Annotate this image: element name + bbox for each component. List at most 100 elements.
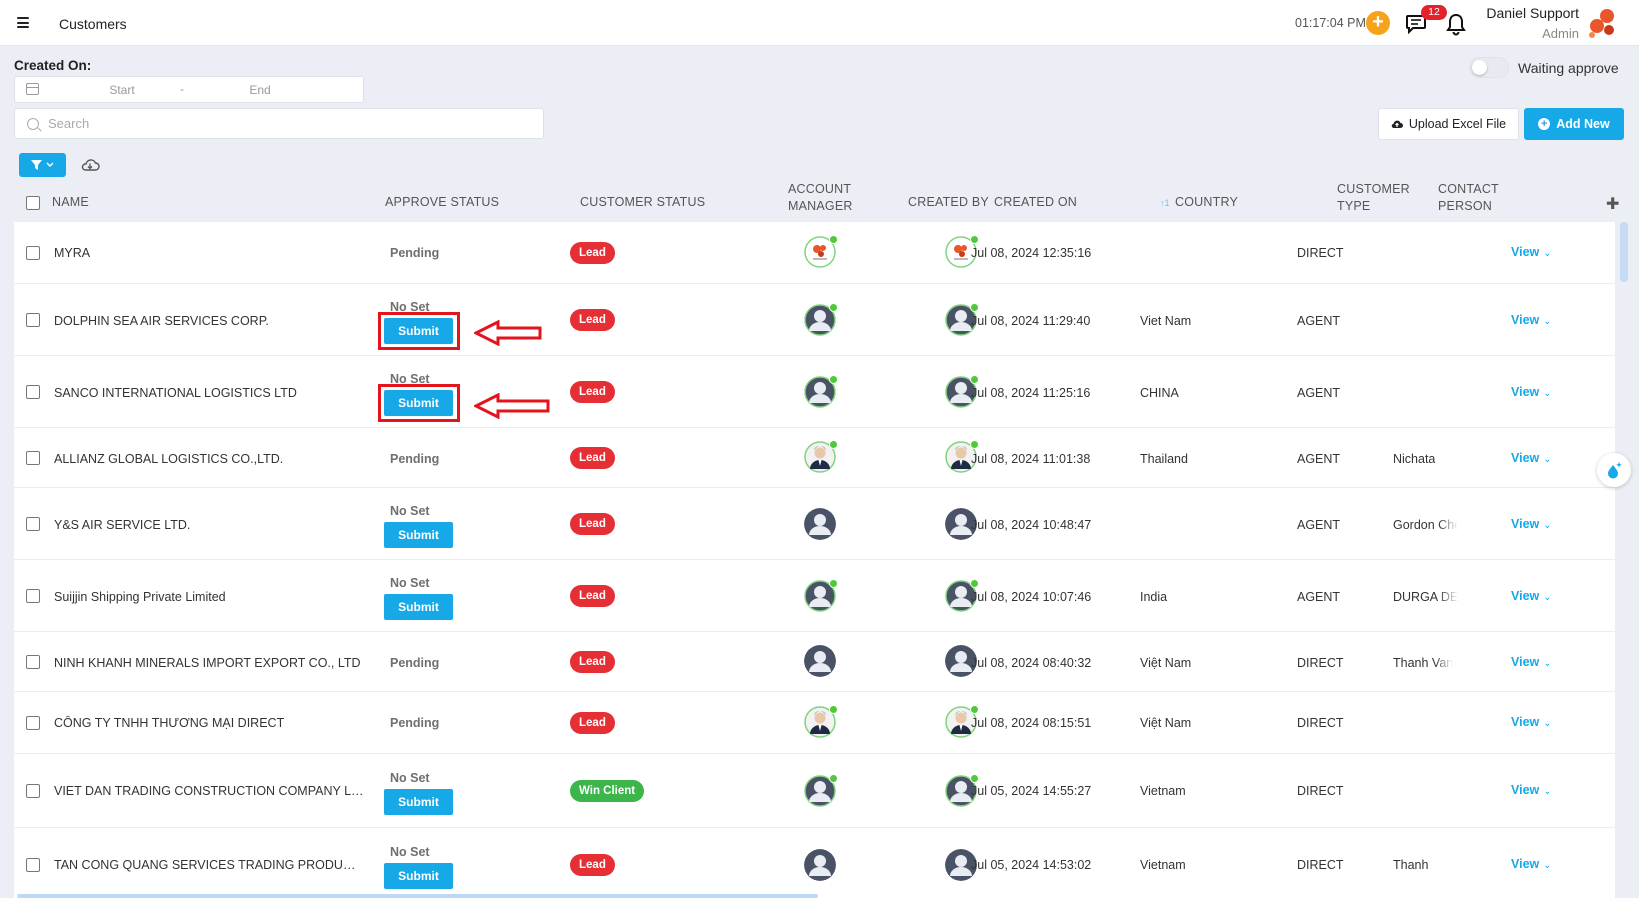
customer-type: DIRECT	[1297, 858, 1344, 872]
created-on: Jul 08, 2024 11:29:40	[971, 314, 1091, 328]
view-button[interactable]: View ⌄	[1511, 313, 1552, 327]
search-input[interactable]	[48, 116, 528, 131]
horizontal-scrollbar[interactable]	[17, 894, 818, 898]
created-on: Jul 08, 2024 10:07:46	[971, 590, 1092, 604]
cloud-upload-icon	[1391, 120, 1403, 129]
account-manager-avatar[interactable]	[804, 645, 836, 677]
col-country[interactable]: COUNTRY	[1175, 194, 1238, 211]
bell-icon[interactable]	[1445, 12, 1467, 36]
table-row[interactable]: CÔNG TY TNHH THƯƠNG MẠI DIRECT Pending L…	[14, 692, 1615, 754]
view-button[interactable]: View ⌄	[1511, 385, 1552, 399]
row-checkbox[interactable]	[26, 451, 40, 465]
view-button[interactable]: View ⌄	[1511, 655, 1552, 669]
select-all-checkbox[interactable]	[26, 196, 40, 210]
add-new-label: Add New	[1556, 117, 1610, 131]
calendar-icon	[26, 83, 39, 95]
row-checkbox[interactable]	[26, 858, 40, 872]
row-checkbox[interactable]	[26, 313, 40, 327]
row-checkbox[interactable]	[26, 784, 40, 798]
account-manager-avatar[interactable]	[804, 375, 838, 408]
country: CHINA	[1140, 386, 1179, 400]
add-column-icon[interactable]: ✚	[1606, 194, 1619, 214]
table-row[interactable]: SANCO INTERNATIONAL LOGISTICS LTD No Set…	[14, 356, 1615, 428]
submit-button[interactable]: Submit	[384, 863, 453, 889]
account-manager-avatar[interactable]	[804, 705, 838, 738]
customer-name[interactable]: NINH KHANH MINERALS IMPORT EXPORT CO., L…	[54, 656, 361, 670]
customer-name[interactable]: Y&S AIR SERVICE LTD.	[54, 518, 190, 532]
table-row[interactable]: TAN CONG QUANG SERVICES TRADING PRODUCTI…	[14, 828, 1615, 898]
customer-name[interactable]: ALLIANZ GLOBAL LOGISTICS CO.,LTD.	[54, 452, 283, 466]
row-checkbox[interactable]	[26, 246, 40, 260]
vertical-scrollbar[interactable]	[1620, 222, 1628, 282]
upload-excel-button[interactable]: Upload Excel File	[1378, 108, 1519, 140]
cloud-download-icon[interactable]	[80, 156, 100, 174]
col-created-on[interactable]: CREATED ON	[994, 194, 1077, 211]
quick-add-button[interactable]: +	[1366, 11, 1390, 35]
view-button[interactable]: View ⌄	[1511, 451, 1552, 465]
customer-name[interactable]: CÔNG TY TNHH THƯƠNG MẠI DIRECT	[54, 716, 284, 730]
customer-name[interactable]: TAN CONG QUANG SERVICES TRADING PRODUCTI…	[54, 858, 364, 872]
search-field[interactable]	[14, 108, 544, 139]
view-button[interactable]: View ⌄	[1511, 589, 1552, 603]
account-manager-avatar[interactable]	[804, 774, 838, 807]
menu-icon[interactable]	[17, 17, 29, 28]
customer-name[interactable]: Suijjin Shipping Private Limited	[54, 590, 226, 604]
col-name[interactable]: NAME	[52, 194, 89, 211]
table-row[interactable]: Suijjin Shipping Private Limited No Set …	[14, 560, 1615, 632]
view-button[interactable]: View ⌄	[1511, 857, 1552, 871]
row-checkbox[interactable]	[26, 655, 40, 669]
approve-status: Pending	[390, 452, 440, 466]
row-checkbox[interactable]	[26, 385, 40, 399]
customer-name[interactable]: DOLPHIN SEA AIR SERVICES CORP.	[54, 314, 269, 328]
submit-button[interactable]: Submit	[384, 522, 453, 548]
customer-name[interactable]: VIET DAN TRADING CONSTRUCTION COMPANY LI…	[54, 784, 364, 798]
row-checkbox[interactable]	[26, 589, 40, 603]
country: Vietnam	[1140, 784, 1186, 798]
table-row[interactable]: DOLPHIN SEA AIR SERVICES CORP. No Set Su…	[14, 284, 1615, 356]
account-manager-avatar[interactable]	[804, 235, 838, 268]
row-checkbox[interactable]	[26, 716, 40, 730]
chat-badge: 12	[1421, 5, 1447, 20]
account-manager-avatar[interactable]	[804, 849, 836, 881]
view-button[interactable]: View ⌄	[1511, 783, 1552, 797]
assistant-float-button[interactable]	[1597, 453, 1631, 487]
customer-type: DIRECT	[1297, 784, 1344, 798]
customer-name[interactable]: SANCO INTERNATIONAL LOGISTICS LTD	[54, 386, 297, 400]
sort-icon[interactable]: ↑1	[1160, 198, 1170, 208]
submit-button[interactable]: Submit	[384, 789, 453, 815]
end-date-input[interactable]: End	[240, 83, 280, 97]
submit-button[interactable]: Submit	[384, 594, 453, 620]
company-logo-icon[interactable]	[1583, 6, 1619, 40]
view-button[interactable]: View ⌄	[1511, 517, 1552, 531]
created-on: Jul 08, 2024 08:15:51	[971, 716, 1092, 730]
view-button[interactable]: View ⌄	[1511, 715, 1552, 729]
date-range-picker[interactable]: Start - End	[14, 76, 364, 103]
filter-button[interactable]	[19, 153, 66, 177]
table-row[interactable]: NINH KHANH MINERALS IMPORT EXPORT CO., L…	[14, 632, 1615, 692]
chevron-down-icon: ⌄	[1543, 658, 1552, 669]
waiting-approve-toggle[interactable]	[1469, 57, 1509, 78]
col-contact-person[interactable]: CONTACT PERSON	[1438, 181, 1499, 215]
table-row[interactable]: VIET DAN TRADING CONSTRUCTION COMPANY LI…	[14, 754, 1615, 828]
user-name[interactable]: Daniel Support	[1486, 5, 1579, 21]
row-checkbox[interactable]	[26, 517, 40, 531]
col-customer-status[interactable]: CUSTOMER STATUS	[580, 194, 705, 211]
country: Việt Nam	[1140, 656, 1192, 670]
col-approve-status[interactable]: APPROVE STATUS	[385, 194, 499, 211]
col-created-by[interactable]: CREATED BY	[908, 194, 989, 211]
account-manager-avatar[interactable]	[804, 303, 838, 336]
col-customer-type[interactable]: CUSTOMER TYPE	[1337, 181, 1410, 215]
table-row[interactable]: ALLIANZ GLOBAL LOGISTICS CO.,LTD. Pendin…	[14, 428, 1615, 488]
view-button[interactable]: View ⌄	[1511, 245, 1552, 259]
view-label: View	[1511, 245, 1540, 259]
account-manager-avatar[interactable]	[804, 508, 836, 540]
col-account-manager[interactable]: ACCOUNT MANAGER	[788, 181, 853, 215]
customer-name[interactable]: MYRA	[54, 246, 90, 260]
table-row[interactable]: MYRA Pending Lead Jul 08, 2024 12:35:16 …	[14, 222, 1615, 284]
account-manager-avatar[interactable]	[804, 440, 838, 473]
account-manager-avatar[interactable]	[804, 579, 838, 612]
table-row[interactable]: Y&S AIR SERVICE LTD. No Set Submit Lead …	[14, 488, 1615, 560]
add-new-button[interactable]: + Add New	[1524, 108, 1624, 140]
date-separator: -	[180, 82, 184, 96]
start-date-input[interactable]: Start	[97, 83, 147, 97]
